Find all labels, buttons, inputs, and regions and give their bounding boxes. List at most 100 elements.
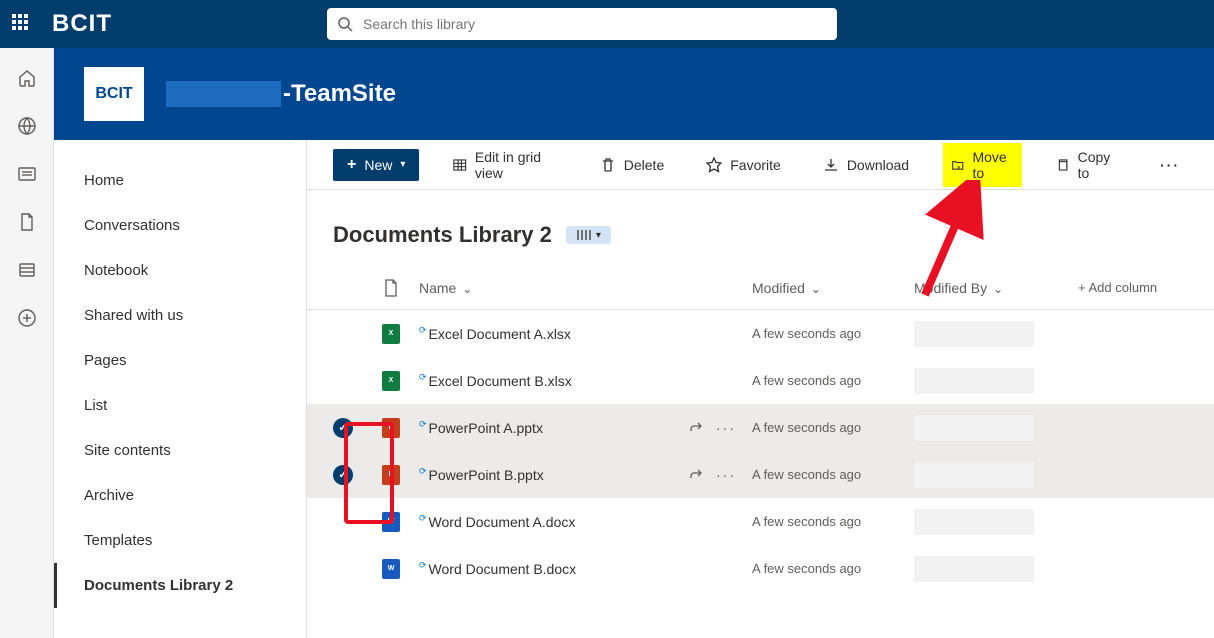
- add-column-button[interactable]: + Add column: [1078, 280, 1188, 295]
- redacted-prefix: [166, 81, 281, 107]
- table-row[interactable]: P⟳PowerPoint A.pptx···A few seconds ago: [307, 404, 1214, 451]
- globe-icon[interactable]: [17, 116, 37, 136]
- nav-home[interactable]: Home: [54, 158, 306, 203]
- chevron-down-icon: ⌄: [811, 282, 821, 296]
- table-row[interactable]: X ⟳Excel Document B.xlsx A few seconds ago: [307, 357, 1214, 404]
- checked-icon[interactable]: [333, 465, 353, 485]
- modified-cell: A few seconds ago: [752, 467, 914, 482]
- home-icon[interactable]: [17, 68, 37, 88]
- search-box[interactable]: [327, 8, 837, 40]
- move-to-button[interactable]: Move to: [943, 143, 1022, 187]
- search-icon: [337, 16, 353, 32]
- nav-conversations[interactable]: Conversations: [54, 203, 306, 248]
- library-title: Documents Library 2: [333, 222, 552, 248]
- chevron-down-icon: ⌄: [993, 282, 1003, 296]
- favorite-button[interactable]: Favorite: [698, 151, 789, 179]
- table-header: Name⌄ Modified⌄ Modified By⌄ + Add colum…: [307, 266, 1214, 310]
- left-rail: [0, 48, 54, 638]
- table-row[interactable]: P ⟳PowerPoint B.pptx ··· A few seconds ago: [307, 451, 1214, 498]
- table-row[interactable]: W ⟳Word Document B.docx A few seconds ago: [307, 545, 1214, 592]
- chevron-down-icon: ▾: [400, 159, 405, 170]
- plus-icon: +: [347, 156, 356, 174]
- share-icon[interactable]: [688, 420, 704, 436]
- new-button[interactable]: + New ▾: [333, 149, 419, 181]
- download-button[interactable]: Download: [815, 151, 917, 179]
- site-nav: Home Conversations Notebook Shared with …: [54, 140, 306, 638]
- modified-cell: A few seconds ago: [752, 420, 914, 435]
- column-icon: [576, 229, 592, 241]
- nav-archive[interactable]: Archive: [54, 473, 306, 518]
- sync-icon: ⟳: [419, 372, 427, 383]
- row-more-button[interactable]: ···: [716, 467, 736, 483]
- checked-icon[interactable]: [333, 418, 353, 438]
- nav-shared[interactable]: Shared with us: [54, 293, 306, 338]
- suite-bar: BCIT: [0, 0, 1214, 48]
- nav-list[interactable]: List: [54, 383, 306, 428]
- table-row[interactable]: X ⟳Excel Document A.xlsx A few seconds ago: [307, 310, 1214, 357]
- chevron-down-icon: ▾: [596, 230, 601, 241]
- edit-grid-button[interactable]: Edit in grid view: [445, 143, 565, 187]
- modified-cell: A few seconds ago: [752, 514, 914, 529]
- modified-cell: A few seconds ago: [752, 373, 914, 388]
- delete-button[interactable]: Delete: [592, 151, 672, 179]
- file-name[interactable]: ⟳Excel Document B.xlsx: [409, 373, 672, 389]
- sync-icon: ⟳: [419, 466, 427, 477]
- command-bar: + New ▾ Edit in grid view Delete Fa: [307, 140, 1214, 190]
- copy-to-button[interactable]: Copy to: [1048, 143, 1126, 187]
- site-header: BCIT -TeamSite: [54, 48, 1214, 140]
- table-row[interactable]: W ⟳Word Document A.docx A few seconds ago: [307, 498, 1214, 545]
- file-type-icon: X: [382, 371, 400, 391]
- file-name[interactable]: ⟳Word Document A.docx: [409, 514, 672, 530]
- nav-templates[interactable]: Templates: [54, 518, 306, 563]
- list-icon[interactable]: [17, 260, 37, 280]
- modified-by-cell: [914, 462, 1078, 488]
- file-table: Name⌄ Modified⌄ Modified By⌄ + Add colum…: [307, 266, 1214, 638]
- file-type-icon: W: [382, 559, 400, 579]
- copy-icon: [1056, 157, 1069, 173]
- nav-pages[interactable]: Pages: [54, 338, 306, 383]
- file-name[interactable]: ⟳Word Document B.docx: [409, 561, 672, 577]
- news-icon[interactable]: [17, 164, 37, 184]
- sync-icon: ⟳: [419, 513, 427, 524]
- modified-by-header[interactable]: Modified By⌄: [914, 280, 1078, 296]
- sync-icon: ⟳: [419, 325, 427, 336]
- view-selector[interactable]: ▾: [566, 226, 611, 244]
- nav-documents-library-2[interactable]: Documents Library 2: [54, 563, 306, 608]
- sync-icon: ⟳: [419, 419, 427, 430]
- file-name[interactable]: ⟳Excel Document A.xlsx: [409, 326, 672, 342]
- file-type-header[interactable]: [373, 279, 409, 297]
- file-type-icon: P: [382, 465, 400, 485]
- site-title[interactable]: -TeamSite: [166, 80, 396, 108]
- plus-icon[interactable]: [17, 308, 37, 328]
- trash-icon: [600, 157, 616, 173]
- nav-notebook[interactable]: Notebook: [54, 248, 306, 293]
- share-icon[interactable]: [688, 467, 704, 483]
- modified-cell: A few seconds ago: [752, 326, 914, 341]
- star-icon: [706, 157, 722, 173]
- file-type-icon: W: [382, 512, 400, 532]
- sync-icon: ⟳: [419, 560, 427, 571]
- site-logo[interactable]: BCIT: [84, 67, 144, 121]
- file-name[interactable]: ⟳PowerPoint B.pptx: [409, 467, 672, 483]
- document-icon: [384, 279, 398, 297]
- search-input[interactable]: [363, 16, 827, 32]
- more-actions-button[interactable]: ···: [1152, 151, 1188, 179]
- modified-by-cell: [914, 321, 1078, 347]
- grid-icon: [453, 157, 467, 173]
- modified-cell: A few seconds ago: [752, 561, 914, 576]
- name-header[interactable]: Name⌄: [409, 280, 672, 296]
- file-icon[interactable]: [17, 212, 37, 232]
- modified-by-cell: [914, 368, 1078, 394]
- file-name[interactable]: ⟳PowerPoint A.pptx: [409, 420, 672, 436]
- modified-header[interactable]: Modified⌄: [752, 280, 914, 296]
- nav-site-contents[interactable]: Site contents: [54, 428, 306, 473]
- folder-move-icon: [951, 157, 964, 173]
- modified-by-cell: [914, 509, 1078, 535]
- chevron-down-icon: ⌄: [462, 282, 472, 296]
- file-type-icon: X: [382, 324, 400, 344]
- modified-by-cell: [914, 556, 1078, 582]
- row-more-button[interactable]: ···: [716, 420, 736, 436]
- tenant-name: BCIT: [52, 10, 112, 38]
- download-icon: [823, 157, 839, 173]
- app-launcher-icon[interactable]: [12, 14, 32, 34]
